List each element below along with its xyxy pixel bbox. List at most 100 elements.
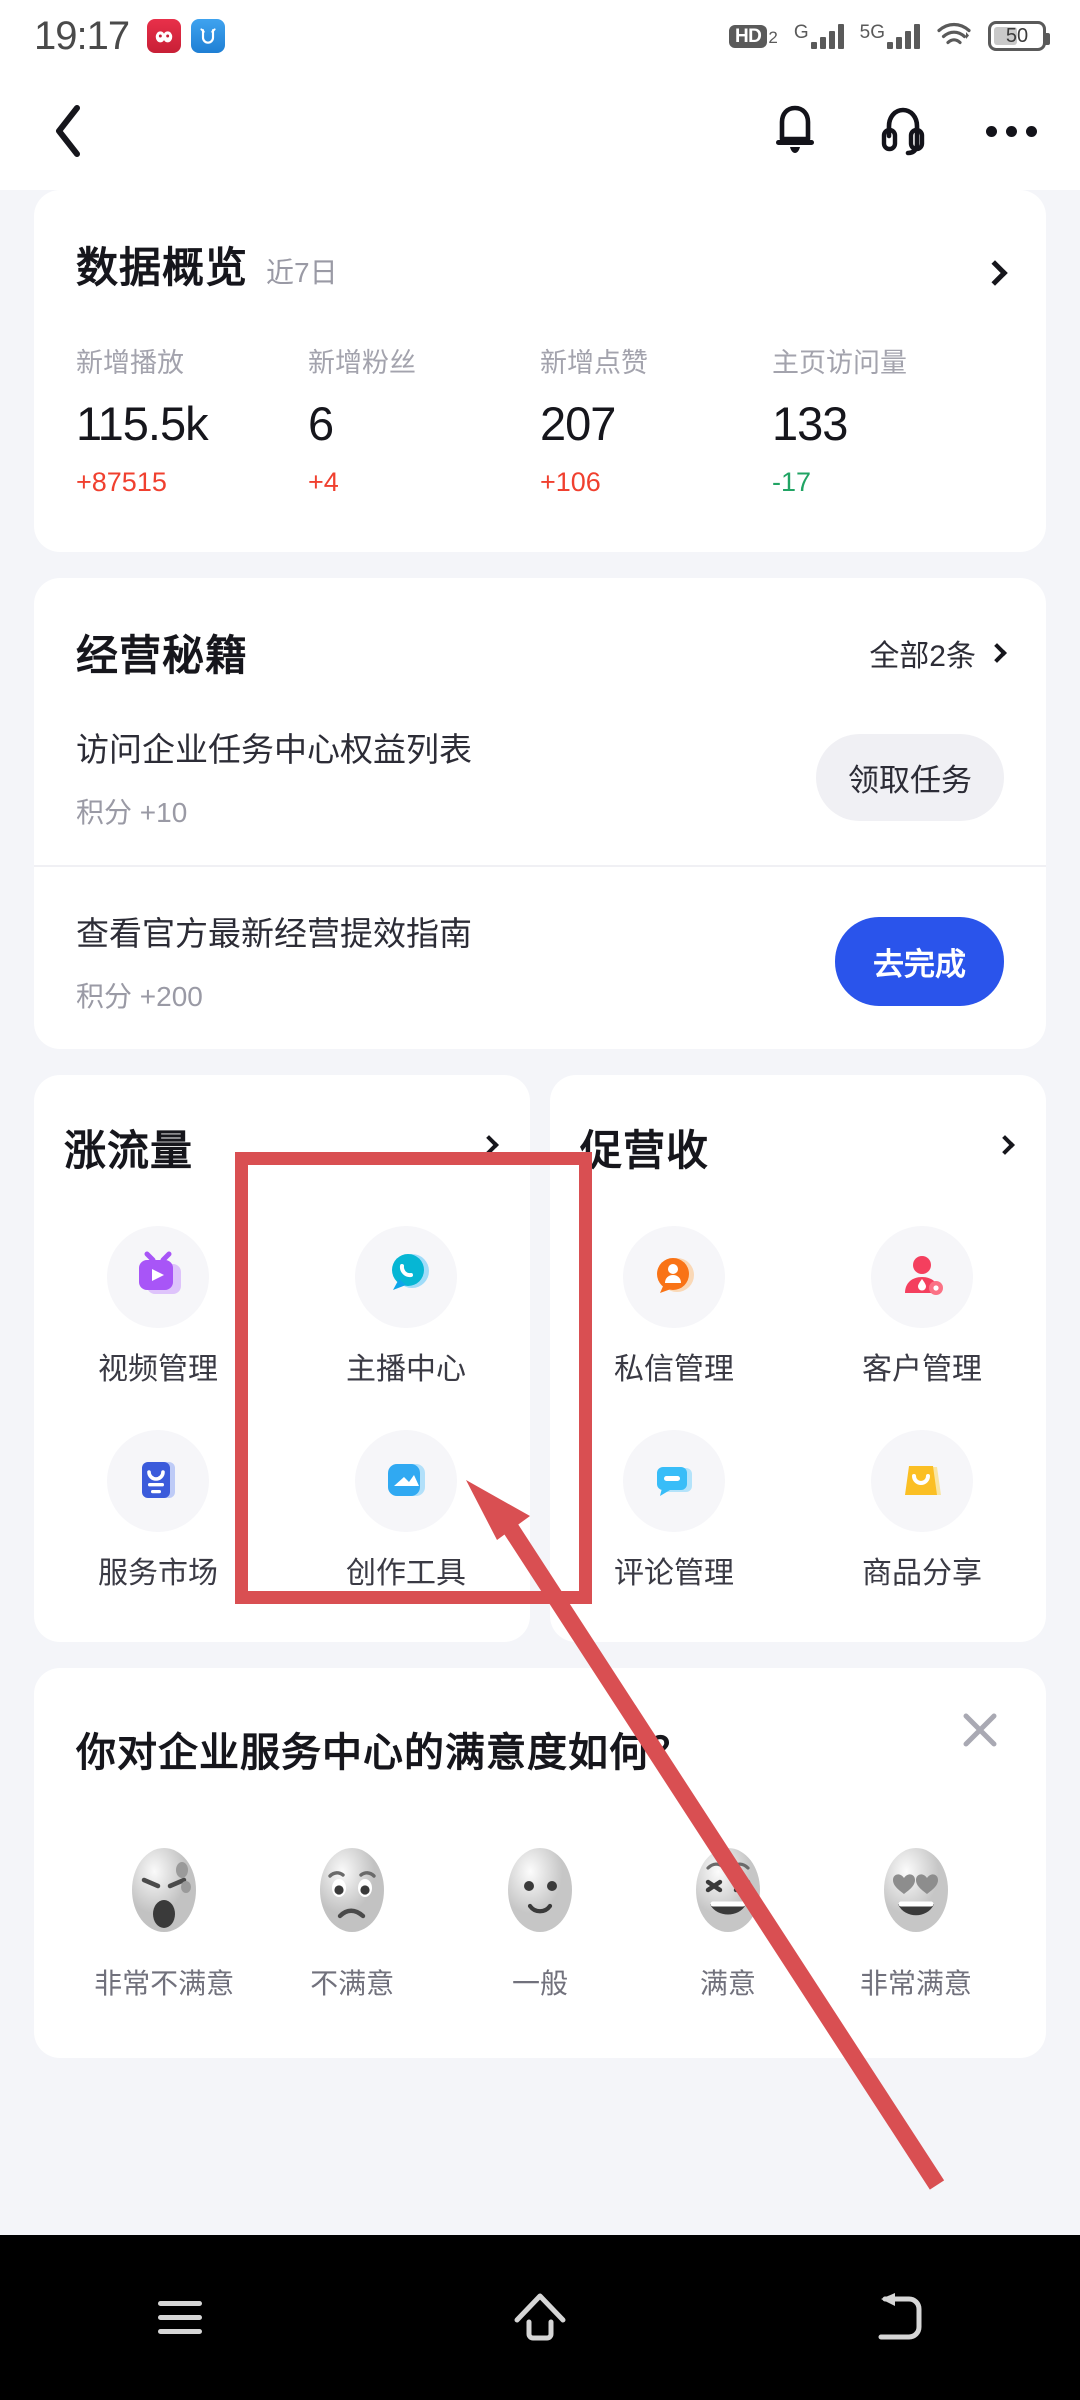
stat-delta: -17 bbox=[772, 467, 812, 497]
tips-view-all[interactable]: 全部2条 bbox=[869, 631, 1007, 675]
tool-label: 客户管理 bbox=[862, 1353, 982, 1386]
traffic-card-title: 涨流量 bbox=[64, 1127, 194, 1174]
survey-option-label: 非常不满意 bbox=[94, 1968, 235, 1999]
tool-item-service-market[interactable]: 服务市场 bbox=[34, 1416, 282, 1598]
status-time: 19:17 bbox=[34, 13, 130, 58]
home-icon[interactable] bbox=[480, 2263, 600, 2373]
claim-task-button[interactable]: 领取任务 bbox=[816, 733, 1004, 821]
survey-option-very-satisfied[interactable]: 非常满意 bbox=[828, 1840, 1004, 2002]
overview-stats: 新增播放 115.5k +87515 新增粉丝 6 +4 新增点赞 207 +1… bbox=[34, 295, 1046, 552]
stat-label: 主页访问量 bbox=[772, 348, 907, 378]
recents-icon[interactable] bbox=[120, 2263, 240, 2373]
tool-item-comment-manage[interactable]: 评论管理 bbox=[550, 1416, 798, 1598]
satisfaction-survey-card: 你对企业服务中心的满意度如何？ 非常不满意 不满意 一般 满意 非常满意 bbox=[34, 1668, 1046, 2058]
tool-label: 服务市场 bbox=[98, 1557, 218, 1590]
happy-face-icon bbox=[686, 1840, 770, 1940]
survey-option-neutral[interactable]: 一般 bbox=[452, 1840, 628, 2002]
traffic-card-chevron-right-icon[interactable] bbox=[479, 1135, 499, 1157]
stat-delta: +4 bbox=[308, 467, 339, 497]
data-overview-card[interactable]: 数据概览 近7日 新增播放 115.5k +87515 新增粉丝 6 +4 新增… bbox=[34, 190, 1046, 552]
heart-eyes-face-icon bbox=[874, 1840, 958, 1940]
tool-item-anchor-center[interactable]: 主播中心 bbox=[282, 1212, 530, 1394]
headset-icon[interactable] bbox=[872, 100, 934, 162]
sad-face-icon bbox=[310, 1840, 394, 1940]
stat-item: 主页访问量 133 -17 bbox=[772, 341, 1004, 498]
overview-chevron-right-icon[interactable] bbox=[982, 260, 1008, 287]
revenue-card-title: 促营收 bbox=[580, 1127, 710, 1174]
stat-value: 133 bbox=[772, 397, 848, 450]
more-icon[interactable] bbox=[980, 100, 1042, 162]
survey-option-very-dissatisfied[interactable]: 非常不满意 bbox=[76, 1840, 252, 2002]
survey-option-dissatisfied[interactable]: 不满意 bbox=[264, 1840, 440, 2002]
stat-item: 新增粉丝 6 +4 bbox=[308, 341, 540, 498]
survey-question: 你对企业服务中心的满意度如何？ bbox=[76, 1731, 691, 1775]
revenue-card-chevron-right-icon[interactable] bbox=[995, 1135, 1015, 1157]
overview-title: 数据概览 bbox=[76, 244, 249, 291]
stat-delta: +106 bbox=[540, 467, 601, 497]
back-nav-icon[interactable] bbox=[840, 2263, 960, 2373]
overview-period: 近7日 bbox=[266, 257, 338, 288]
stat-label: 新增播放 bbox=[76, 348, 184, 378]
creation-tools-icon bbox=[355, 1430, 457, 1532]
stat-item: 新增点赞 207 +106 bbox=[540, 341, 772, 498]
survey-option-satisfied[interactable]: 满意 bbox=[640, 1840, 816, 2002]
revenue-growth-card: 促营收 私信管理 客户管理 评论管理 商品分享 bbox=[550, 1075, 1046, 1642]
stat-value: 207 bbox=[540, 397, 616, 450]
tip-row: 查看官方最新经营提效指南 积分 +200 去完成 bbox=[34, 865, 1046, 1049]
survey-options: 非常不满意 不满意 一般 满意 非常满意 bbox=[76, 1840, 1004, 2002]
tool-item-creation-tools[interactable]: 创作工具 bbox=[282, 1416, 530, 1598]
business-tips-card: 经营秘籍 全部2条 访问企业任务中心权益列表 积分 +10 领取任务 查看官方最… bbox=[34, 578, 1046, 1049]
tool-label: 视频管理 bbox=[98, 1353, 218, 1386]
sim1-signal-icon: G bbox=[794, 23, 844, 49]
stat-label: 新增粉丝 bbox=[308, 348, 416, 378]
wifi-icon bbox=[936, 22, 972, 50]
tips-all-label: 全部2条 bbox=[869, 639, 976, 673]
survey-option-label: 一般 bbox=[511, 1968, 568, 1999]
tool-label: 主播中心 bbox=[346, 1353, 466, 1386]
android-navigation-bar bbox=[0, 2235, 1080, 2400]
page-content: 数据概览 近7日 新增播放 115.5k +87515 新增粉丝 6 +4 新增… bbox=[0, 190, 1080, 2235]
stat-value: 6 bbox=[308, 397, 334, 450]
tip-text: 查看官方最新经营提效指南 bbox=[76, 915, 472, 952]
close-icon[interactable] bbox=[954, 1704, 1006, 1756]
service-market-icon bbox=[107, 1430, 209, 1532]
tool-item-customer-manage[interactable]: 客户管理 bbox=[798, 1212, 1046, 1394]
status-app-icons bbox=[147, 19, 226, 53]
customer-manage-icon bbox=[871, 1226, 973, 1328]
tool-cards-row: 涨流量 视频管理 主播中心 服务市场 创作工具 促营收 私信管理 客户管理 评论… bbox=[34, 1075, 1046, 1642]
back-button[interactable] bbox=[38, 101, 98, 161]
tool-label: 商品分享 bbox=[862, 1557, 982, 1590]
sim2-signal-icon: 5G bbox=[860, 23, 920, 49]
stat-item: 新增播放 115.5k +87515 bbox=[76, 341, 308, 498]
tool-item-product-share[interactable]: 商品分享 bbox=[798, 1416, 1046, 1598]
go-complete-button[interactable]: 去完成 bbox=[835, 916, 1004, 1006]
tip-points: 积分 +10 bbox=[76, 797, 188, 828]
tool-label: 私信管理 bbox=[614, 1353, 734, 1386]
status-bar: 19:17 HD 2 G 5G 50 bbox=[0, 0, 1080, 72]
tip-text: 访问企业任务中心权益列表 bbox=[76, 731, 472, 768]
hd-voice-icon: HD 2 bbox=[728, 24, 778, 48]
tool-item-direct-message[interactable]: 私信管理 bbox=[550, 1212, 798, 1394]
anchor-center-icon bbox=[355, 1226, 457, 1328]
stat-delta: +87515 bbox=[76, 467, 167, 497]
app-notification-icon bbox=[191, 19, 226, 53]
product-share-icon bbox=[871, 1430, 973, 1532]
direct-message-icon bbox=[623, 1226, 725, 1328]
stat-value: 115.5k bbox=[76, 397, 209, 450]
tool-label: 评论管理 bbox=[614, 1557, 734, 1590]
app-header bbox=[0, 72, 1080, 190]
survey-option-label: 非常满意 bbox=[859, 1968, 972, 1999]
neutral-face-icon bbox=[498, 1840, 582, 1940]
survey-option-label: 满意 bbox=[699, 1968, 756, 1999]
tool-item-video-manage[interactable]: 视频管理 bbox=[34, 1212, 282, 1394]
traffic-growth-card: 涨流量 视频管理 主播中心 服务市场 创作工具 bbox=[34, 1075, 530, 1642]
qq-notification-icon bbox=[147, 19, 182, 53]
comment-manage-icon bbox=[623, 1430, 725, 1532]
video-manage-icon bbox=[107, 1226, 209, 1328]
tips-title: 经营秘籍 bbox=[76, 632, 249, 679]
bell-icon[interactable] bbox=[764, 100, 826, 162]
tool-label: 创作工具 bbox=[346, 1557, 466, 1590]
tip-points: 积分 +200 bbox=[76, 981, 203, 1012]
tip-row: 访问企业任务中心权益列表 积分 +10 领取任务 bbox=[34, 683, 1046, 865]
survey-option-label: 不满意 bbox=[310, 1968, 395, 1999]
